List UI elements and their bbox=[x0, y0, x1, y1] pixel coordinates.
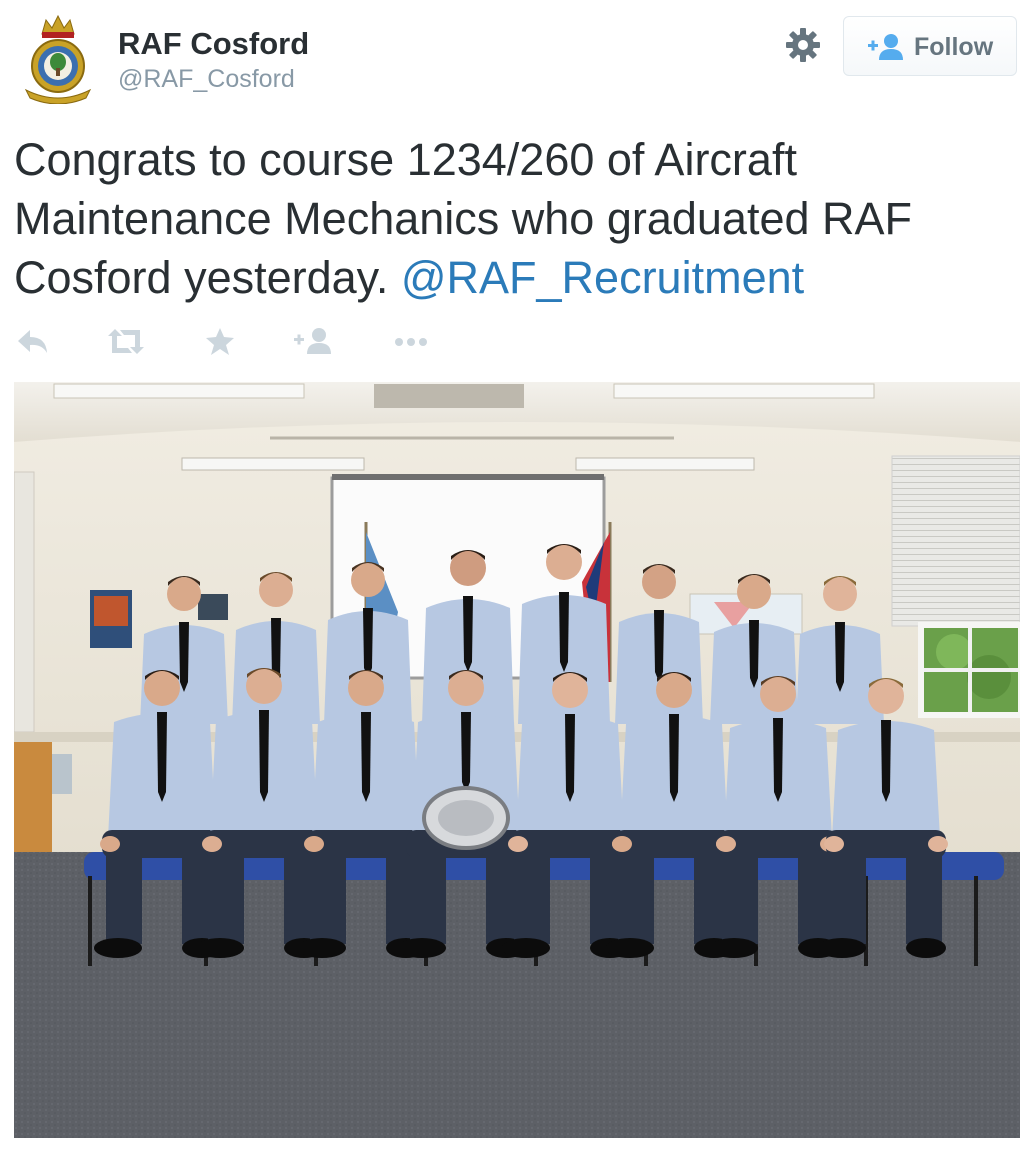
tweet-photo[interactable] bbox=[14, 382, 1020, 1138]
reply-icon[interactable] bbox=[16, 320, 50, 364]
author-name[interactable]: RAF Cosford bbox=[118, 26, 309, 62]
tweet-actions bbox=[0, 320, 600, 364]
author-handle[interactable]: @RAF_Cosford bbox=[118, 64, 295, 94]
follow-button[interactable]: Follow bbox=[843, 16, 1017, 76]
follow-small-icon[interactable] bbox=[294, 320, 334, 364]
gear-icon[interactable] bbox=[784, 26, 822, 64]
mention-link[interactable]: @RAF_Recruitment bbox=[401, 252, 804, 303]
tweet-text: Congrats to course 1234/260 of Aircraft … bbox=[14, 130, 1019, 307]
more-icon[interactable] bbox=[392, 320, 432, 364]
group-photo-graduates bbox=[14, 382, 1020, 1138]
follow-button-label: Follow bbox=[914, 33, 994, 61]
favorite-icon[interactable] bbox=[204, 320, 236, 364]
add-user-icon bbox=[868, 33, 904, 61]
retweet-icon[interactable] bbox=[106, 320, 146, 364]
raf-station-crest-icon[interactable] bbox=[20, 14, 96, 105]
tweet-header: RAF Cosford @RAF_Cosford Follow bbox=[0, 0, 1030, 120]
